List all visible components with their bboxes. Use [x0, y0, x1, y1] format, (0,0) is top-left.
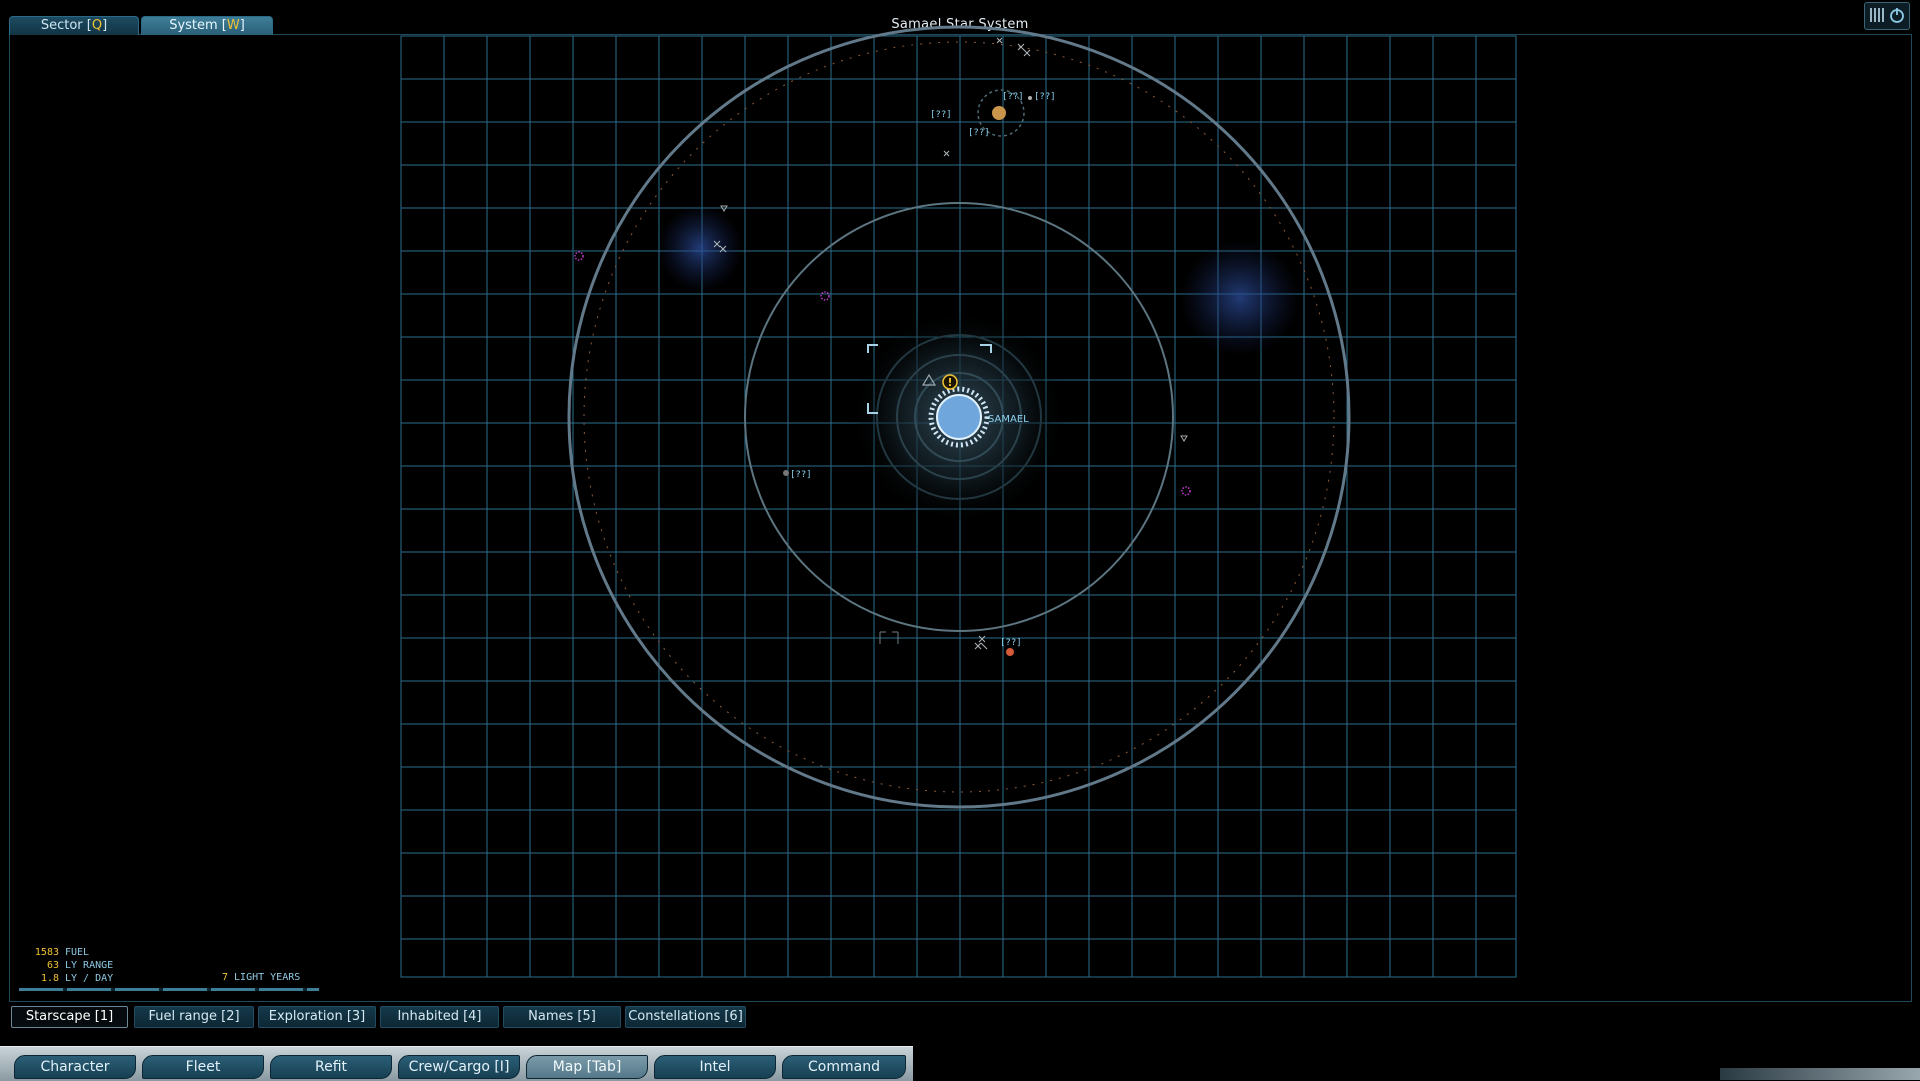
system-map[interactable]: SAMAEL ! [??] [??] [??] [??] [??] [??]: [0, 0, 1920, 1080]
planet-grey[interactable]: [783, 470, 789, 476]
moon[interactable]: [1028, 96, 1032, 100]
alert-icon[interactable]: !: [942, 374, 958, 390]
bottom-tab-refit[interactable]: Refit: [270, 1055, 392, 1079]
range-bar: [19, 988, 319, 991]
unknown-marker[interactable]: [??]: [1000, 638, 1022, 648]
mode-names[interactable]: Names [5]: [503, 1006, 621, 1028]
mode-starscape[interactable]: Starscape [1]: [11, 1006, 128, 1028]
unknown-marker[interactable]: [??]: [930, 110, 952, 120]
nebula-cloud: [1180, 240, 1300, 356]
planet-red[interactable]: [1006, 648, 1014, 656]
bottom-tab-fleet[interactable]: Fleet: [142, 1055, 264, 1079]
bottom-tab-intel[interactable]: Intel: [654, 1055, 776, 1079]
fleet-stats: 1583 FUEL 63 LY RANGE 1.8 LY / DAY: [34, 947, 114, 984]
beacon-icon[interactable]: [1180, 435, 1188, 442]
svg-text:!: !: [947, 376, 952, 389]
unknown-marker[interactable]: [??]: [790, 470, 812, 480]
mode-constellations[interactable]: Constellations [6]: [625, 1006, 746, 1028]
unknown-marker[interactable]: [??]: [1034, 92, 1056, 102]
distance-readout: 7 LIGHT YEARS: [222, 972, 301, 983]
star-label: SAMAEL: [988, 414, 1029, 425]
bottom-tab-character[interactable]: Character: [14, 1055, 136, 1079]
mode-exploration[interactable]: Exploration [3]: [258, 1006, 376, 1028]
gas-giant[interactable]: [992, 106, 1006, 120]
unknown-marker[interactable]: [??]: [1002, 92, 1024, 102]
bottom-tab-command[interactable]: Command: [782, 1055, 906, 1079]
mode-inhabited[interactable]: Inhabited [4]: [380, 1006, 499, 1028]
hud-decoration: [1720, 1068, 1920, 1080]
mode-fuel-range[interactable]: Fuel range [2]: [134, 1006, 254, 1028]
unknown-marker[interactable]: [??]: [968, 128, 990, 138]
nebula-cloud: [658, 204, 742, 292]
bottom-tab-map[interactable]: Map [Tab]: [526, 1055, 648, 1079]
bottom-tab-crew-cargo[interactable]: Crew/Cargo [I]: [398, 1055, 520, 1079]
